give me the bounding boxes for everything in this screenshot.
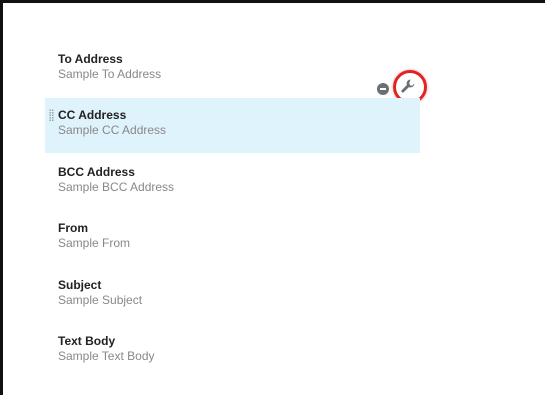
field-label: Text Body [58, 334, 116, 348]
field-from[interactable]: From Sample From [45, 221, 420, 251]
field-label: From [58, 221, 88, 235]
field-label: Subject [58, 278, 102, 292]
field-value: Sample Text Body [58, 349, 155, 363]
minus-circle-icon[interactable] [377, 83, 389, 95]
field-bcc-address[interactable]: BCC Address Sample BCC Address [45, 165, 420, 195]
frame-top-border [0, 0, 545, 3]
wrench-icon[interactable] [400, 78, 416, 94]
drag-handle-icon[interactable] [49, 109, 54, 122]
field-value: Sample CC Address [58, 123, 167, 137]
field-value: Sample Subject [58, 293, 143, 307]
field-to-address[interactable]: To Address Sample To Address [45, 52, 420, 82]
field-value: Sample From [58, 236, 131, 250]
frame-left-border [0, 0, 3, 395]
field-value: Sample To Address [58, 67, 162, 81]
field-value: Sample BCC Address [58, 180, 175, 194]
field-label: BCC Address [58, 165, 135, 179]
field-text-body[interactable]: Text Body Sample Text Body [45, 334, 420, 364]
field-label: To Address [58, 52, 123, 66]
field-subject[interactable]: Subject Sample Subject [45, 278, 420, 308]
field-label: CC Address [58, 108, 127, 122]
field-cc-address[interactable]: CC Address Sample CC Address [45, 98, 420, 153]
